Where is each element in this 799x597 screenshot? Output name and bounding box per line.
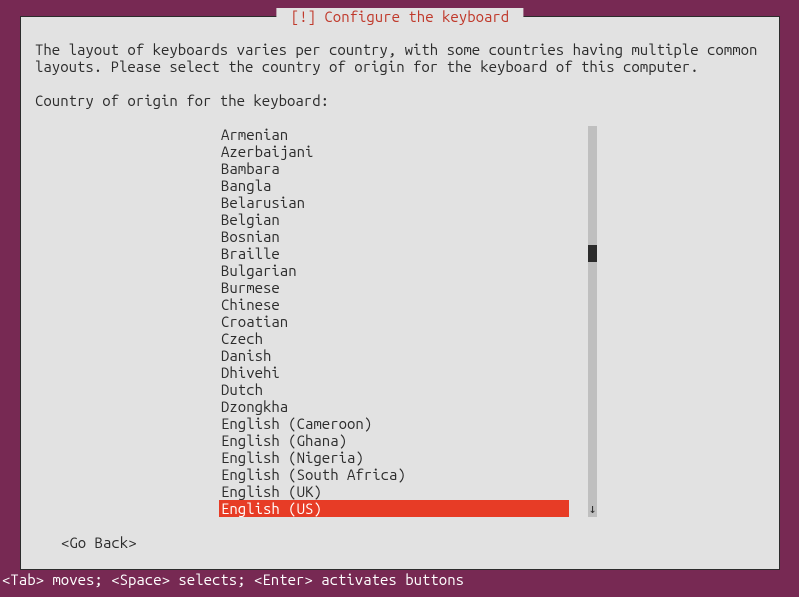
list-item[interactable]: Bangla bbox=[219, 177, 579, 194]
list-item[interactable]: Bosnian bbox=[219, 228, 579, 245]
list-item[interactable]: Dutch bbox=[219, 381, 579, 398]
list-item[interactable]: Bambara bbox=[219, 160, 579, 177]
list-item[interactable]: Czech bbox=[219, 330, 579, 347]
list-item[interactable]: English (UK) bbox=[219, 483, 579, 500]
footer-hint: <Tab> moves; <Space> selects; <Enter> ac… bbox=[2, 571, 464, 588]
list-item[interactable]: English (US) bbox=[219, 500, 569, 517]
list-item[interactable]: Armenian bbox=[219, 126, 579, 143]
instruction-text: The layout of keyboards varies per count… bbox=[35, 41, 765, 75]
go-back-button[interactable]: <Go Back> bbox=[61, 534, 765, 551]
prompt-label: Country of origin for the keyboard: bbox=[35, 92, 765, 109]
list-item[interactable]: Azerbaijani bbox=[219, 143, 579, 160]
list-item[interactable]: English (Cameroon) bbox=[219, 415, 579, 432]
list-item[interactable]: Dhivehi bbox=[219, 364, 579, 381]
list-item[interactable]: English (Ghana) bbox=[219, 432, 579, 449]
list-item[interactable]: English (South Africa) bbox=[219, 466, 579, 483]
list-item[interactable]: Chinese bbox=[219, 296, 579, 313]
list-item[interactable]: Croatian bbox=[219, 313, 579, 330]
list-item[interactable]: Danish bbox=[219, 347, 579, 364]
dialog-title: [!] Configure the keyboard bbox=[276, 8, 523, 25]
scroll-down-arrow[interactable]: ↓ bbox=[588, 501, 597, 518]
list-item[interactable]: Belgian bbox=[219, 211, 579, 228]
list-item[interactable]: Belarusian bbox=[219, 194, 579, 211]
list-item[interactable]: Dzongkha bbox=[219, 398, 579, 415]
scroll-track[interactable] bbox=[588, 126, 597, 517]
list-item[interactable]: Bulgarian bbox=[219, 262, 579, 279]
list-item[interactable]: Burmese bbox=[219, 279, 579, 296]
keyboard-country-list[interactable]: ↑ ↓ ArmenianAzerbaijaniBambaraBanglaBela… bbox=[219, 126, 579, 517]
scroll-thumb[interactable] bbox=[588, 245, 597, 262]
list-item[interactable]: English (Nigeria) bbox=[219, 449, 579, 466]
list-item[interactable]: Braille bbox=[219, 245, 579, 262]
dialog-content: The layout of keyboards varies per count… bbox=[21, 17, 779, 565]
dialog-frame: [!] Configure the keyboard The layout of… bbox=[20, 16, 780, 570]
